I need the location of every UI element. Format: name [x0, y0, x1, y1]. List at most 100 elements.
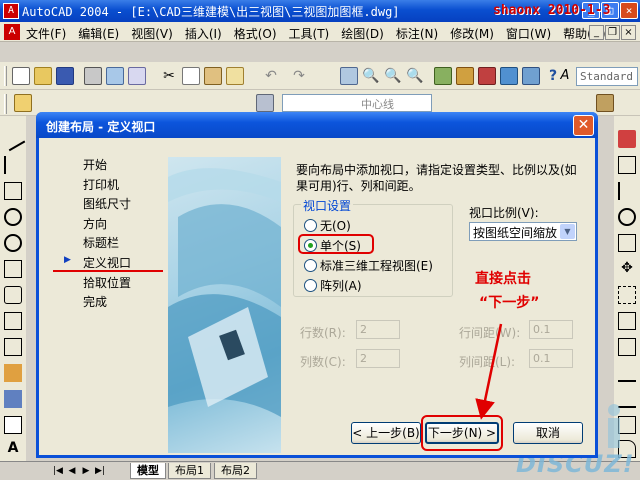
- new-file-icon[interactable]: [12, 67, 30, 85]
- radio-label: 无(O): [320, 219, 351, 233]
- publish-icon[interactable]: [128, 67, 146, 85]
- prev-tab-icon[interactable]: ◀: [66, 465, 78, 478]
- doc-close-icon[interactable]: ×: [621, 25, 636, 40]
- polygon-icon[interactable]: [4, 286, 22, 304]
- linetype-icon[interactable]: [596, 94, 614, 112]
- line-icon[interactable]: [0, 126, 26, 152]
- move-icon[interactable]: ✥: [618, 260, 636, 278]
- circle-icon[interactable]: [4, 208, 22, 226]
- cut-icon[interactable]: ✂: [160, 67, 178, 85]
- step-item: 方向: [83, 216, 108, 231]
- rectangle-icon[interactable]: [4, 260, 22, 278]
- array-icon[interactable]: [618, 234, 636, 252]
- columns-label: 列数(C):: [300, 355, 346, 369]
- stretch-icon[interactable]: [618, 338, 636, 356]
- properties-icon[interactable]: [434, 67, 452, 85]
- menu-draw[interactable]: 绘图(D): [341, 25, 384, 42]
- menu-view[interactable]: 视图(V): [131, 25, 173, 42]
- layer-select[interactable]: 中心线: [282, 94, 432, 112]
- revcloud-icon[interactable]: [4, 312, 22, 330]
- tab-model[interactable]: 模型: [130, 463, 166, 479]
- radio-icon[interactable]: [304, 279, 317, 292]
- radio-icon[interactable]: [304, 219, 317, 232]
- pan-icon[interactable]: [340, 67, 358, 85]
- doc-restore-icon[interactable]: ❐: [605, 25, 620, 40]
- offset-icon[interactable]: [618, 208, 636, 226]
- design-center-icon[interactable]: [456, 67, 474, 85]
- markup-icon[interactable]: [522, 67, 540, 85]
- radio-label: 阵列(A): [320, 279, 362, 293]
- first-tab-icon[interactable]: |◀: [52, 465, 64, 478]
- last-tab-icon[interactable]: ▶|: [94, 465, 106, 478]
- toolbar-grip[interactable]: [4, 66, 7, 86]
- highlight-single-option: [298, 234, 374, 254]
- trim-icon[interactable]: [618, 364, 636, 382]
- spline-icon[interactable]: [4, 338, 22, 356]
- radio-std-3d[interactable]: 标准三维工程视图(E): [304, 257, 433, 274]
- row-spacing-field[interactable]: 0.1: [529, 320, 573, 339]
- mirror-icon[interactable]: [618, 182, 636, 200]
- zoom-realtime-icon[interactable]: 🔍: [362, 67, 380, 85]
- menu-edit[interactable]: 编辑(E): [78, 25, 119, 42]
- document-icon[interactable]: A: [4, 24, 20, 40]
- undo-icon[interactable]: ↶: [262, 67, 280, 85]
- insert-block-icon[interactable]: [4, 390, 22, 408]
- toolbar-grip[interactable]: [4, 94, 7, 114]
- step-item: 标题栏: [83, 236, 120, 251]
- erase-icon[interactable]: [618, 130, 636, 148]
- menu-insert[interactable]: 插入(I): [185, 25, 222, 42]
- menu-dimension[interactable]: 标注(N): [396, 25, 438, 42]
- next-tab-icon[interactable]: ▶: [80, 465, 92, 478]
- close-window-icon[interactable]: ×: [620, 2, 638, 19]
- open-file-icon[interactable]: [34, 67, 52, 85]
- scale-icon[interactable]: [618, 312, 636, 330]
- back-button[interactable]: < 上一步(B): [351, 422, 421, 444]
- dbconnect-icon[interactable]: [500, 67, 518, 85]
- polyline-icon[interactable]: [4, 182, 22, 200]
- viewport-setup-group: 视口设置 无(O) 单个(S) 标准三维工程视图(E) 阵列(A): [293, 197, 453, 297]
- step-item: 打印机: [83, 177, 120, 192]
- match-properties-icon[interactable]: [226, 67, 244, 85]
- column-spacing-field[interactable]: 0.1: [529, 349, 573, 368]
- copy-object-icon[interactable]: [618, 156, 636, 174]
- next-button[interactable]: 下一步(N) >: [425, 422, 499, 444]
- viewport-scale-select[interactable]: 按图纸空间缩放 ▼: [469, 222, 577, 241]
- dialog-title: 创建布局 - 定义视口: [46, 120, 156, 134]
- hatch-icon[interactable]: [4, 416, 22, 434]
- copy-icon[interactable]: [182, 67, 200, 85]
- menu-tools[interactable]: 工具(T): [289, 25, 330, 42]
- layer-manager-icon[interactable]: [14, 94, 32, 112]
- autocad-app-icon[interactable]: A: [3, 3, 19, 19]
- rows-field[interactable]: 2: [356, 320, 400, 339]
- zoom-window-icon[interactable]: 🔍: [384, 67, 402, 85]
- doc-minimize-icon[interactable]: _: [589, 25, 604, 40]
- menu-file[interactable]: 文件(F): [26, 25, 66, 42]
- layer-previous-icon[interactable]: [256, 94, 274, 112]
- rotate-icon[interactable]: [618, 286, 636, 304]
- paste-icon[interactable]: [204, 67, 222, 85]
- radio-array[interactable]: 阵列(A): [304, 277, 362, 294]
- block-icon[interactable]: [4, 364, 22, 382]
- layer-name: 中心线: [361, 98, 394, 111]
- tool-palettes-icon[interactable]: [478, 67, 496, 85]
- columns-field[interactable]: 2: [356, 349, 400, 368]
- zoom-previous-icon[interactable]: 🔍: [406, 67, 424, 85]
- arc-icon[interactable]: [4, 234, 22, 252]
- text-style-select[interactable]: Standard: [576, 67, 638, 86]
- menu-modify[interactable]: 修改(M): [450, 25, 494, 42]
- tab-layout2[interactable]: 布局2: [214, 463, 257, 479]
- plot-icon[interactable]: [84, 67, 102, 85]
- plot-preview-icon[interactable]: [106, 67, 124, 85]
- chevron-down-icon[interactable]: ▼: [560, 224, 575, 239]
- redo-icon[interactable]: ↷: [290, 67, 308, 85]
- multiline-text-icon[interactable]: A: [4, 440, 22, 458]
- construction-line-icon[interactable]: [4, 156, 22, 174]
- tab-layout1[interactable]: 布局1: [168, 463, 211, 479]
- cancel-button[interactable]: 取消: [513, 422, 583, 444]
- menu-format[interactable]: 格式(O): [234, 25, 277, 42]
- save-icon[interactable]: [56, 67, 74, 85]
- radio-icon[interactable]: [304, 259, 317, 272]
- menu-window[interactable]: 窗口(W): [506, 25, 551, 42]
- radio-none[interactable]: 无(O): [304, 217, 351, 234]
- close-icon[interactable]: ✕: [573, 115, 594, 136]
